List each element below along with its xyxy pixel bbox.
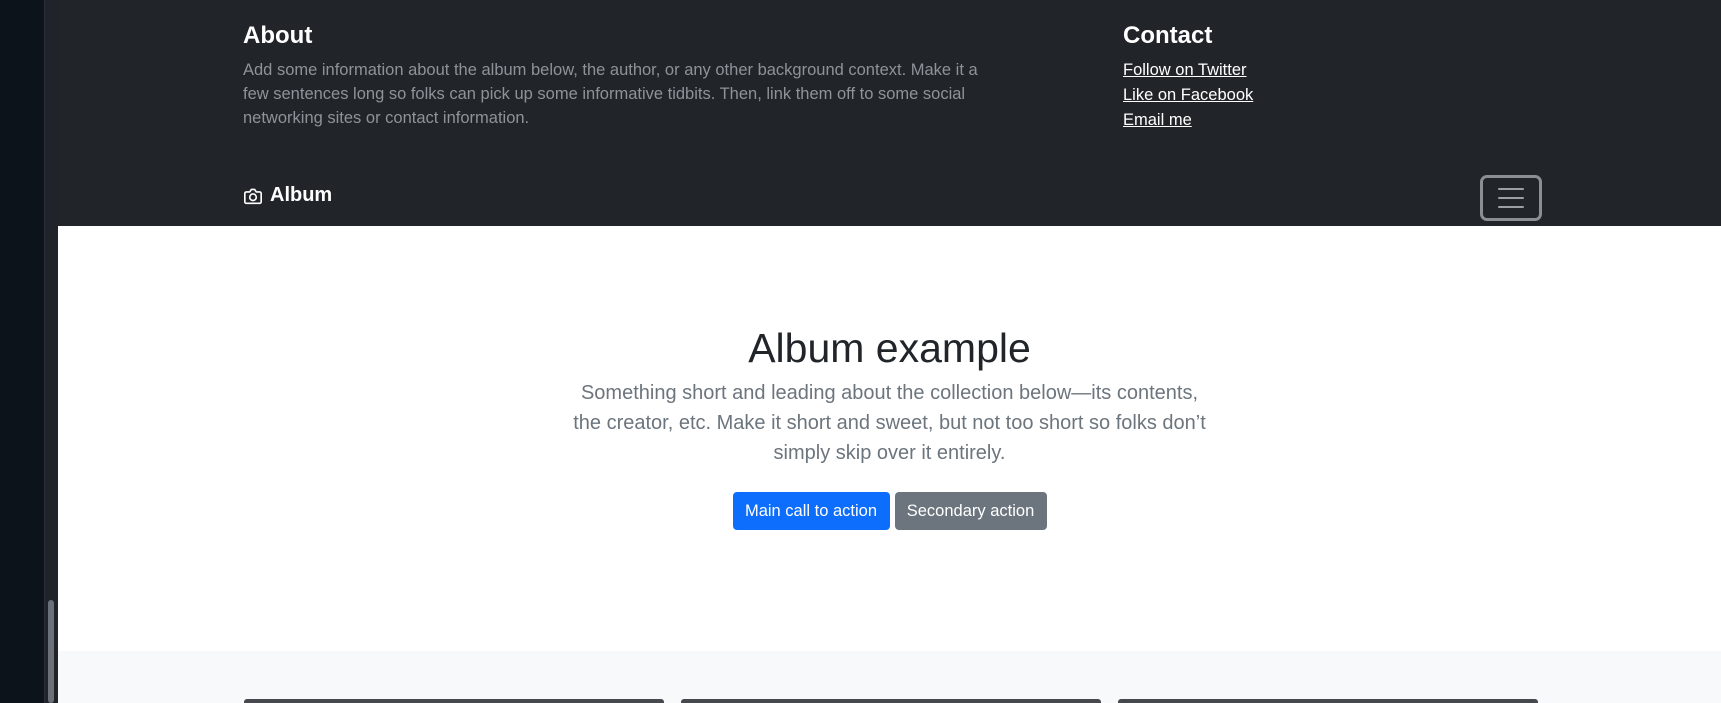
contact-links: Follow on Twitter Like on Facebook Email… [1123, 58, 1423, 133]
page-title: Album example [748, 325, 1031, 371]
camera-icon [243, 187, 263, 205]
hamburger-menu-icon [1498, 188, 1524, 208]
twitter-link[interactable]: Follow on Twitter [1123, 61, 1247, 79]
about-heading: About [243, 22, 313, 49]
email-link[interactable]: Email me [1123, 111, 1192, 129]
hero-lead-text: Something short and leading about the co… [573, 382, 1206, 464]
album-section [58, 651, 1721, 703]
contact-section: Contact Follow on Twitter Like on Facebo… [1123, 20, 1423, 133]
about-section: About Add some information about the alb… [243, 20, 983, 130]
about-text: Add some information about the album bel… [243, 61, 978, 127]
hero-actions: Main call to action Secondary action [58, 492, 1721, 530]
facebook-link[interactable]: Like on Facebook [1123, 86, 1253, 104]
album-card [1118, 699, 1538, 703]
secondary-action-button[interactable]: Secondary action [894, 492, 1047, 530]
scrollbar-thumb[interactable] [48, 600, 54, 703]
brand-label: Album [270, 184, 333, 206]
left-edge-panel [0, 0, 44, 703]
page: About Add some information about the alb… [58, 0, 1721, 703]
main-call-to-action-button[interactable]: Main call to action [732, 492, 890, 530]
album-card [681, 699, 1101, 703]
album-card [244, 699, 664, 703]
scrollbar-track[interactable] [44, 0, 58, 703]
navbar-brand[interactable]: Album [243, 184, 332, 207]
hero-section: Album example Something short and leadin… [58, 226, 1721, 651]
navbar-toggler-button[interactable] [1480, 175, 1542, 221]
contact-heading: Contact [1123, 22, 1213, 49]
site-header: About Add some information about the alb… [58, 0, 1721, 226]
